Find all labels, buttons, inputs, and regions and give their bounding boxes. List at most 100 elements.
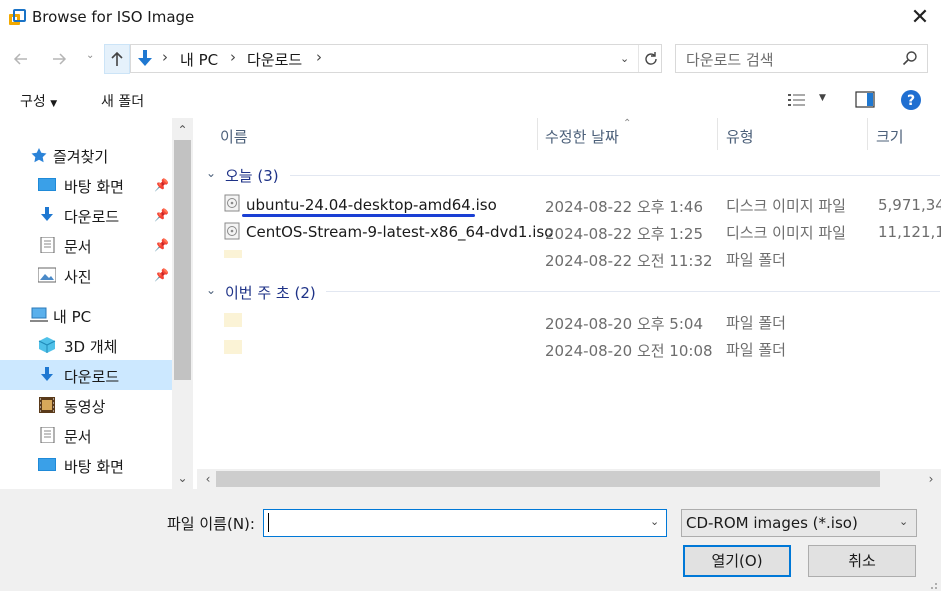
sidebar-label: 문서 (64, 238, 92, 256)
sidebar-label: 3D 개체 (64, 338, 118, 356)
filename-input[interactable] (263, 509, 667, 537)
back-button[interactable] (8, 46, 34, 72)
desktop-icon (38, 458, 56, 471)
resize-grip-icon[interactable] (926, 578, 938, 590)
download-folder-icon (138, 50, 152, 66)
file-type: 디스크 이미지 파일 (726, 197, 846, 215)
video-icon (39, 397, 55, 413)
group-collapse-chevron-icon[interactable]: ⌄ (206, 283, 216, 297)
sidebar-item-desktop-pinned[interactable]: 바탕 화면 📌 (0, 170, 172, 200)
view-options-icon[interactable] (788, 92, 808, 108)
search-icon[interactable] (902, 50, 918, 66)
document-icon (40, 427, 55, 443)
filter-chevron-icon[interactable]: ⌄ (899, 515, 908, 528)
column-header-modified[interactable]: 수정한 날짜 (545, 126, 619, 147)
up-button[interactable] (104, 44, 130, 74)
file-type: 파일 폴더 (726, 251, 786, 269)
sidebar-label: 사진 (64, 268, 92, 286)
group-divider (326, 291, 940, 292)
pin-icon: 📌 (154, 238, 169, 252)
sort-chevron-icon: ⌃ (623, 118, 632, 129)
iso-file-icon (224, 194, 240, 212)
cube-icon (38, 337, 56, 353)
cancel-button[interactable]: 취소 (808, 545, 916, 577)
group-header-earlier-this-week[interactable]: 이번 주 초 (2) (225, 282, 316, 303)
organize-label: 구성 (20, 94, 46, 110)
file-size: 11,121,15 (878, 223, 941, 241)
sidebar-label: 문서 (64, 428, 92, 446)
highlight-underline (242, 214, 475, 217)
hscroll-thumb[interactable] (216, 471, 880, 487)
view-dropdown-icon[interactable]: ▼ (819, 93, 826, 103)
footer-panel (0, 489, 941, 591)
sidebar-item-downloads[interactable]: 다운로드 (0, 360, 172, 390)
sidebar-label: 내 PC (53, 308, 92, 326)
preview-pane-icon[interactable] (855, 91, 875, 108)
column-header-size[interactable]: 크기 (876, 126, 904, 147)
scroll-down-arrow-icon[interactable]: ⌄ (172, 468, 193, 488)
breadcrumb-downloads[interactable]: 다운로드 (247, 49, 302, 70)
pin-icon: 📌 (154, 268, 169, 282)
file-type: 파일 폴더 (726, 314, 786, 332)
recent-locations-chevron-icon[interactable]: ⌄ (86, 50, 94, 61)
pin-icon: 📌 (154, 208, 169, 222)
sidebar-item-3d-objects[interactable]: 3D 개체 (0, 330, 172, 360)
filename-label: 파일 이름(N): (167, 515, 255, 533)
sidebar-label: 다운로드 (64, 208, 120, 226)
arrow-right-icon (53, 53, 67, 65)
refresh-icon (645, 52, 657, 65)
filename-dropdown-chevron-icon[interactable]: ⌄ (650, 515, 659, 528)
group-collapse-chevron-icon[interactable]: ⌄ (206, 166, 216, 180)
refresh-button[interactable] (640, 45, 662, 72)
arrow-left-icon (13, 53, 27, 65)
organize-button[interactable]: 구성 ▼ (20, 91, 57, 111)
file-modified: 2024-08-20 오후 5:04 (545, 315, 703, 333)
new-folder-button[interactable]: 새 폴더 (101, 91, 144, 111)
sidebar-item-this-pc[interactable]: 내 PC (0, 300, 172, 330)
folder-icon (224, 340, 242, 354)
column-divider[interactable] (867, 118, 868, 150)
column-header-name[interactable]: 이름 (220, 126, 248, 147)
window-title: Browse for ISO Image (32, 8, 195, 26)
scroll-left-arrow-icon[interactable]: ‹ (199, 469, 217, 489)
svg-text:?: ? (907, 93, 915, 109)
address-divider (638, 45, 639, 72)
sidebar-scroll-thumb[interactable] (174, 140, 191, 380)
iso-file-icon (224, 222, 240, 240)
desktop-icon (38, 178, 56, 191)
document-icon (40, 237, 55, 253)
file-modified: 2024-08-22 오후 1:46 (545, 198, 703, 216)
file-name[interactable]: ubuntu-24.04-desktop-amd64.iso (246, 196, 497, 214)
sidebar-item-pictures-pinned[interactable]: 사진 📌 (0, 260, 172, 290)
group-header-today[interactable]: 오늘 (3) (225, 165, 279, 186)
breadcrumb-pc[interactable]: 내 PC (180, 49, 218, 70)
sidebar-item-videos[interactable]: 동영상 (0, 390, 172, 420)
forward-button[interactable] (46, 46, 72, 72)
file-type: 파일 폴더 (726, 341, 786, 359)
address-history-chevron-icon[interactable]: ⌄ (620, 52, 629, 65)
column-divider[interactable] (537, 118, 538, 150)
sidebar-label: 즐겨찾기 (53, 148, 109, 166)
picture-icon (38, 267, 56, 283)
open-button[interactable]: 열기(O) (683, 545, 791, 577)
column-header-type[interactable]: 유형 (726, 126, 754, 147)
close-button[interactable]: ✕ (907, 5, 933, 31)
file-name[interactable]: CentOS-Stream-9-latest-x86_64-dvd1.iso (246, 223, 553, 241)
column-divider[interactable] (717, 118, 718, 150)
file-size: 5,971,344 (878, 196, 941, 214)
file-modified: 2024-08-22 오전 11:32 (545, 252, 713, 270)
breadcrumb-chevron-icon: › (230, 48, 236, 66)
sidebar-label: 다운로드 (64, 368, 120, 386)
arrow-up-icon (111, 51, 123, 66)
sidebar-item-documents[interactable]: 문서 (0, 420, 172, 450)
sidebar-item-quick-access[interactable]: 즐겨찾기 (0, 140, 172, 170)
sidebar-item-desktop[interactable]: 바탕 화면 (0, 450, 172, 480)
sidebar-item-documents-pinned[interactable]: 문서 📌 (0, 230, 172, 260)
sidebar-item-downloads-pinned[interactable]: 다운로드 📌 (0, 200, 172, 230)
navigation-pane[interactable]: 즐겨찾기 바탕 화면 📌 다운로드 📌 문서 📌 사진 📌 내 PC 3D 개체… (0, 118, 193, 490)
search-placeholder: 다운로드 검색 (686, 51, 774, 69)
help-icon[interactable]: ? (900, 89, 922, 111)
group-divider (290, 175, 940, 176)
scroll-up-arrow-icon[interactable]: ⌃ (172, 120, 193, 140)
scroll-right-arrow-icon[interactable]: › (922, 469, 940, 489)
